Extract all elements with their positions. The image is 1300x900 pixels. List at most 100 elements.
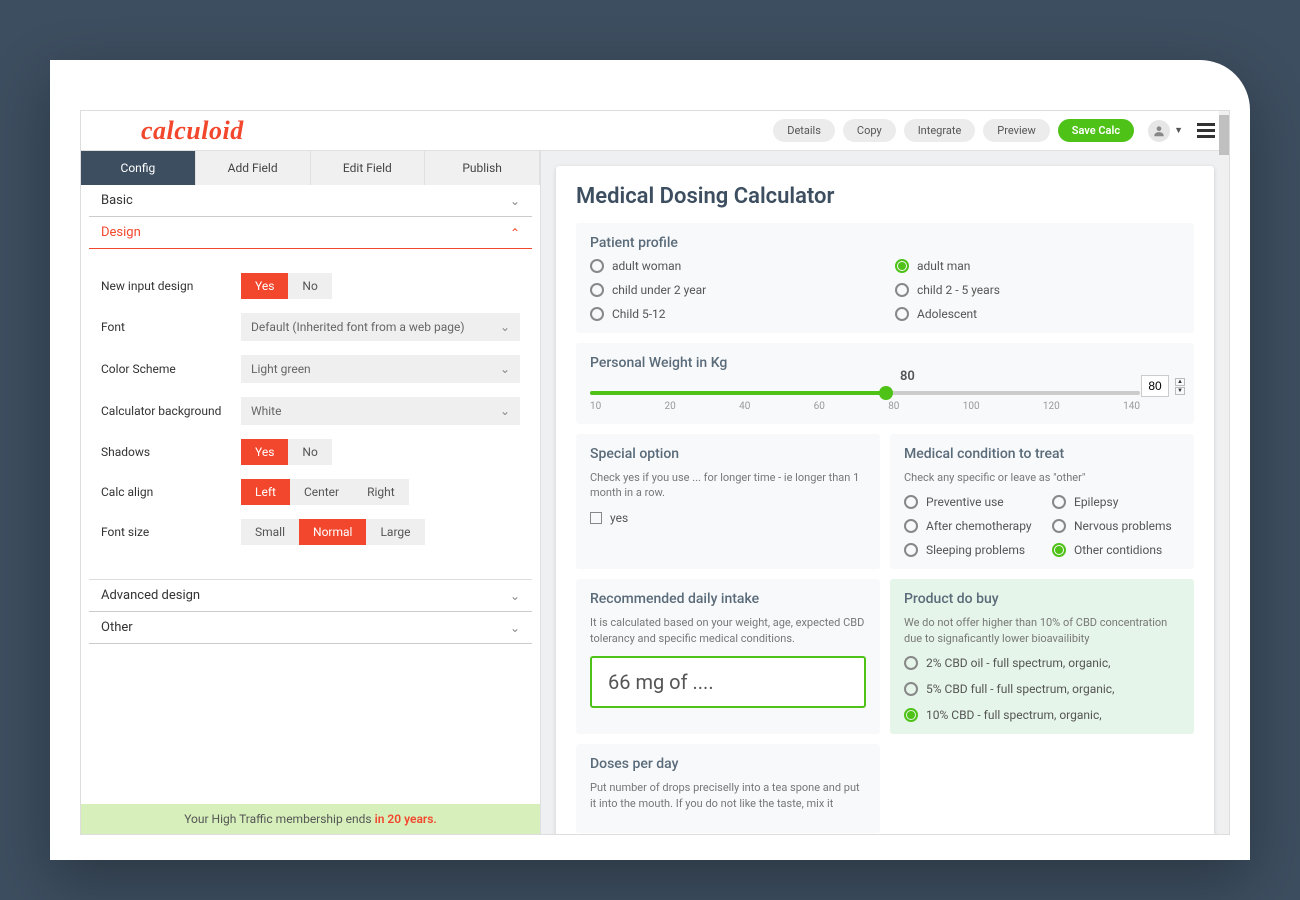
- align-right[interactable]: Right: [353, 479, 409, 505]
- special-yes-checkbox[interactable]: yes: [590, 511, 866, 525]
- align-left[interactable]: Left: [241, 479, 290, 505]
- app-window: calculoid Details Copy Integrate Preview…: [80, 110, 1230, 835]
- condition-label: After chemotherapy: [926, 519, 1032, 533]
- condition-option[interactable]: Nervous problems: [1052, 519, 1180, 533]
- condition-label: Other contidions: [1074, 543, 1162, 557]
- scrollbar-vertical[interactable]: [1219, 111, 1229, 834]
- patient-option[interactable]: child 2 - 5 years: [895, 283, 1180, 297]
- patient-option[interactable]: adult man: [895, 259, 1180, 273]
- membership-highlight: in 20 years.: [375, 812, 437, 826]
- accordion-other[interactable]: Other ⌄: [89, 612, 532, 644]
- chevron-up-icon: ⌃: [510, 226, 520, 240]
- patient-profile-title: Patient profile: [590, 235, 1180, 251]
- radio-icon: [904, 682, 918, 696]
- menu-icon[interactable]: [1193, 119, 1219, 142]
- shadows-yes[interactable]: Yes: [241, 439, 288, 465]
- accordion-advanced[interactable]: Advanced design ⌄: [89, 580, 532, 612]
- radio-icon: [904, 543, 918, 557]
- product-title: Product do buy: [904, 591, 1180, 607]
- product-label: 10% CBD - full spectrum, organic,: [926, 708, 1102, 722]
- color-scheme-select[interactable]: Light green ⌄: [241, 355, 520, 383]
- product-section: Product do buy We do not offer higher th…: [890, 579, 1194, 734]
- condition-section: Medical condition to treat Check any spe…: [890, 434, 1194, 569]
- chevron-down-icon: ⌄: [510, 194, 520, 208]
- bg-value: White: [251, 404, 281, 418]
- doses-title: Doses per day: [590, 756, 866, 772]
- accordion-basic-label: Basic: [101, 193, 133, 208]
- radio-icon: [904, 708, 918, 722]
- device-frame: calculoid Details Copy Integrate Preview…: [50, 60, 1250, 860]
- align-center[interactable]: Center: [290, 479, 353, 505]
- special-desc: Check yes if you use ... for longer time…: [590, 470, 866, 501]
- bg-select[interactable]: White ⌄: [241, 397, 520, 425]
- slider-tick: 10: [590, 401, 601, 412]
- shadows-no[interactable]: No: [288, 439, 331, 465]
- radio-icon: [904, 656, 918, 670]
- slider-tick: 60: [814, 401, 825, 412]
- user-avatar-icon[interactable]: [1148, 120, 1170, 142]
- chevron-down-icon: ⌄: [500, 362, 510, 376]
- radio-icon: [895, 283, 909, 297]
- patient-label: Adolescent: [917, 307, 977, 321]
- patient-profile-section: Patient profile adult woman adult man chil…: [576, 223, 1194, 333]
- accordion-basic[interactable]: Basic ⌄: [89, 185, 532, 217]
- new-input-no[interactable]: No: [288, 273, 331, 299]
- condition-title: Medical condition to treat: [904, 446, 1180, 462]
- tab-add-field[interactable]: Add Field: [196, 151, 311, 185]
- details-button[interactable]: Details: [773, 119, 835, 142]
- product-option[interactable]: 2% CBD oil - full spectrum, organic,: [904, 656, 1180, 670]
- preview-panel: Medical Dosing Calculator Patient profil…: [541, 151, 1229, 834]
- product-label: 2% CBD oil - full spectrum, organic,: [926, 656, 1111, 670]
- patient-option[interactable]: adult woman: [590, 259, 875, 273]
- weight-step-up[interactable]: ▲: [1175, 378, 1185, 386]
- condition-option[interactable]: Epilepsy: [1052, 495, 1180, 509]
- doses-section: Doses per day Put number of drops precis…: [576, 744, 880, 833]
- product-desc: We do not offer higher than 10% of CBD c…: [904, 615, 1180, 646]
- chevron-down-icon: ⌄: [500, 404, 510, 418]
- condition-option[interactable]: Other contidions: [1052, 543, 1180, 557]
- fontsize-large[interactable]: Large: [366, 519, 424, 545]
- slider-thumb[interactable]: [879, 386, 893, 400]
- radio-icon: [895, 259, 909, 273]
- font-select[interactable]: Default (Inherited font from a web page)…: [241, 313, 520, 341]
- weight-slider[interactable]: 80 1020406080100120140 ▲ ▼: [590, 391, 1180, 412]
- copy-button[interactable]: Copy: [843, 119, 896, 142]
- patient-label: child under 2 year: [612, 283, 706, 297]
- font-value: Default (Inherited font from a web page): [251, 320, 465, 334]
- font-label: Font: [101, 320, 241, 334]
- condition-option[interactable]: Sleeping problems: [904, 543, 1032, 557]
- product-option[interactable]: 5% CBD full - full spectrum, organic,: [904, 682, 1180, 696]
- membership-prefix: Your High Traffic membership ends: [184, 812, 374, 826]
- fontsize-small[interactable]: Small: [241, 519, 299, 545]
- tab-edit-field[interactable]: Edit Field: [311, 151, 426, 185]
- scrollbar-thumb[interactable]: [1219, 115, 1229, 155]
- tab-config[interactable]: Config: [81, 151, 196, 185]
- topbar: calculoid Details Copy Integrate Preview…: [81, 111, 1229, 151]
- preview-button[interactable]: Preview: [983, 119, 1049, 142]
- fontsize-label: Font size: [101, 525, 241, 539]
- product-option[interactable]: 10% CBD - full spectrum, organic,: [904, 708, 1180, 722]
- radio-icon: [590, 283, 604, 297]
- chevron-down-icon: ⌄: [510, 589, 520, 603]
- patient-option[interactable]: child under 2 year: [590, 283, 875, 297]
- intake-desc: It is calculated based on your weight, a…: [590, 615, 866, 646]
- accordion-other-label: Other: [101, 620, 133, 635]
- special-yes-label: yes: [610, 511, 628, 525]
- new-input-label: New input design: [101, 279, 241, 293]
- user-dropdown-caret[interactable]: ▼: [1174, 125, 1183, 136]
- condition-desc: Check any specific or leave as "other": [904, 470, 1180, 485]
- accordion-design[interactable]: Design ⌃: [89, 217, 532, 249]
- weight-step-down[interactable]: ▼: [1175, 387, 1185, 395]
- radio-icon: [904, 519, 918, 533]
- patient-option[interactable]: Child 5-12: [590, 307, 875, 321]
- new-input-yes[interactable]: Yes: [241, 273, 288, 299]
- patient-option[interactable]: Adolescent: [895, 307, 1180, 321]
- accordion-design-label: Design: [101, 225, 141, 240]
- tab-publish[interactable]: Publish: [425, 151, 540, 185]
- integrate-button[interactable]: Integrate: [904, 119, 976, 142]
- condition-option[interactable]: Preventive use: [904, 495, 1032, 509]
- condition-option[interactable]: After chemotherapy: [904, 519, 1032, 533]
- weight-input[interactable]: [1141, 375, 1169, 397]
- fontsize-normal[interactable]: Normal: [299, 519, 366, 545]
- save-button[interactable]: Save Calc: [1058, 119, 1134, 142]
